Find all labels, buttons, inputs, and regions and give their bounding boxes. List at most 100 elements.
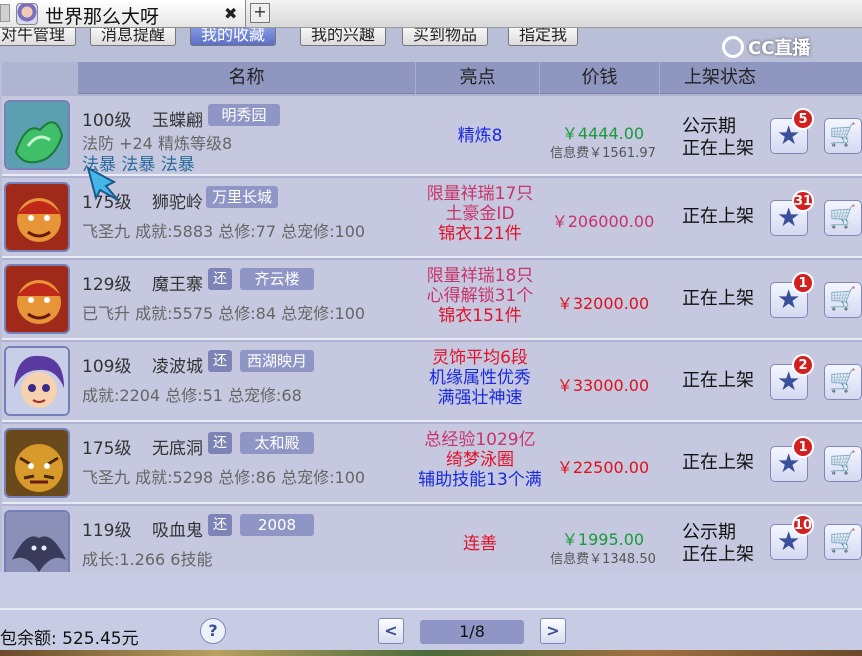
- cart-button[interactable]: 🛒: [824, 282, 862, 318]
- next-page-button[interactable]: >: [540, 618, 566, 644]
- item-level: 100级: [82, 111, 132, 131]
- item-status: 公示期 正在上架: [682, 522, 772, 566]
- item-highlights: 精炼8: [410, 126, 550, 146]
- cart-button[interactable]: 🛒: [824, 118, 862, 154]
- highlight-text: 精炼8: [457, 126, 503, 146]
- item-price: ￥1995.00: [561, 530, 645, 549]
- balance-text: 包余额: 525.45元: [0, 629, 139, 649]
- item-attributes: 飞圣九 成就:5883 总修:77 总宠修:100: [82, 222, 366, 241]
- cart-button[interactable]: 🛒: [824, 200, 862, 236]
- filter-button-favorites[interactable]: 我的收藏: [190, 28, 277, 46]
- header-status: 上架状态: [684, 67, 756, 88]
- server-badge: 齐云楼: [240, 268, 314, 290]
- filter-bar: 对牛管理 消息提醒 我的收藏 我的兴趣 买到物品 指定我: [0, 28, 862, 50]
- item-name: 玉蝶翩: [152, 111, 203, 131]
- favorite-count-badge: 10: [792, 514, 814, 536]
- cart-icon: 🛒: [829, 123, 857, 148]
- item-price: ￥32000.00: [556, 294, 650, 313]
- item-avatar: [4, 100, 70, 170]
- highlight-text: 锦衣151件: [438, 306, 522, 326]
- item-status: 正在上架: [682, 288, 772, 310]
- item-highlights: 连善: [410, 534, 550, 554]
- cart-icon: 🛒: [829, 451, 857, 476]
- cart-icon: 🛒: [829, 287, 857, 312]
- item-level: 129级: [82, 275, 132, 295]
- filter-button-0[interactable]: 对牛管理: [0, 28, 77, 46]
- return-tag: 还: [208, 514, 232, 536]
- item-attributes: 飞圣九 成就:5298 总修:86 总宠修:100: [82, 468, 366, 487]
- highlight-text: 土豪金ID: [445, 204, 515, 224]
- server-badge: 太和殿: [240, 432, 314, 454]
- highlight-text: 总经验1029亿: [424, 430, 536, 450]
- item-attributes: 成就:2204 总修:51 总宠修:68: [82, 386, 302, 405]
- prev-page-button[interactable]: <: [378, 618, 404, 644]
- status-line: 公示期: [682, 522, 736, 543]
- item-title: 100级 玉蝶翩: [82, 106, 203, 131]
- highlight-text: 辅助技能13个满: [418, 470, 542, 490]
- item-price: ￥22500.00: [556, 458, 650, 477]
- item-highlights: 总经验1029亿 绮梦泳圈 辅助技能13个满: [410, 430, 550, 490]
- item-title: 119级 吸血鬼: [82, 516, 203, 541]
- status-line: 正在上架: [682, 544, 754, 565]
- add-tab-button[interactable]: +: [250, 3, 270, 23]
- item-avatar: [4, 428, 70, 498]
- table-row[interactable]: 175级 狮驼岭 万里长城 飞圣九 成就:5883 总修:77 总宠修:100 限…: [2, 178, 862, 258]
- cart-button[interactable]: 🛒: [824, 524, 862, 560]
- item-highlights: 限量祥瑞17只 土豪金ID 锦衣121件: [410, 184, 550, 244]
- cart-button[interactable]: 🛒: [824, 364, 862, 400]
- filter-button-5[interactable]: 指定我: [508, 28, 579, 46]
- cart-icon: 🛒: [829, 529, 857, 554]
- status-line: 正在上架: [682, 288, 754, 309]
- table-row[interactable]: 129级 魔王寨 还 齐云楼 已飞升 成就:5575 总修:84 总宠修:100 …: [2, 260, 862, 340]
- status-line: 正在上架: [682, 138, 754, 159]
- cart-icon: 🛒: [829, 369, 857, 394]
- item-level: 119级: [82, 521, 132, 541]
- favorite-count-badge: 1: [792, 272, 814, 294]
- highlight-text: 连善: [463, 534, 497, 554]
- item-highlights: 灵饰平均6段 机缘属性优秀 满强壮神速: [410, 348, 550, 408]
- item-title: 129级 魔王寨: [82, 270, 203, 295]
- return-tag: 还: [208, 350, 232, 372]
- close-icon[interactable]: ✖: [224, 4, 237, 23]
- item-status: 正在上架: [682, 206, 772, 228]
- item-fee: 信息费￥1561.97: [550, 146, 656, 161]
- item-name: 魔王寨: [152, 275, 203, 295]
- header-name: 名称: [78, 62, 416, 94]
- filter-button-3[interactable]: 我的兴趣: [300, 28, 387, 46]
- window-tab[interactable]: 世界那么大呀 ✖: [0, 0, 246, 28]
- help-icon[interactable]: ?: [200, 618, 226, 644]
- server-badge: 万里长城: [206, 186, 278, 208]
- server-badge: 西湖映月: [240, 350, 314, 372]
- window-tab-bar: 世界那么大呀 ✖ +: [0, 0, 862, 28]
- table-row[interactable]: 109级 凌波城 还 西湖映月 成就:2204 总修:51 总宠修:68 灵饰平均…: [2, 342, 862, 422]
- game-scene-strip: [0, 650, 862, 656]
- filter-button-1[interactable]: 消息提醒: [90, 28, 177, 46]
- item-level: 109级: [82, 357, 132, 377]
- item-attributes: 已飞升 成就:5575 总修:84 总宠修:100: [82, 304, 366, 323]
- tab-avatar-icon: [16, 3, 38, 25]
- item-status: 正在上架: [682, 370, 772, 392]
- header-price: 价钱: [540, 62, 660, 94]
- cart-button[interactable]: 🛒: [824, 446, 862, 482]
- status-line: 公示期: [682, 116, 736, 137]
- table-row[interactable]: 175级 无底洞 还 太和殿 飞圣九 成就:5298 总修:86 总宠修:100 …: [2, 424, 862, 504]
- favorite-count-badge: 31: [792, 190, 814, 212]
- item-avatar: [4, 264, 70, 334]
- item-title: 109级 凌波城: [82, 352, 203, 377]
- status-line: 正在上架: [682, 370, 754, 391]
- return-tag: 还: [208, 432, 232, 454]
- item-level: 175级: [82, 439, 132, 459]
- header-highlight: 亮点: [416, 62, 540, 94]
- table-row[interactable]: 100级 玉蝶翩 明秀园 法防 +24 精炼等级8 法暴 法暴 法暴 精炼8 ￥4…: [2, 96, 862, 176]
- item-status: 公示期 正在上架: [682, 116, 772, 160]
- item-name: 吸血鬼: [152, 521, 203, 541]
- tab-title: 世界那么大呀: [45, 6, 160, 28]
- return-tag: 还: [208, 268, 232, 290]
- table-header: 名称 亮点 价钱 上架状态: [78, 62, 862, 94]
- highlight-text: 心得解锁31个: [426, 286, 534, 306]
- item-avatar: [4, 510, 70, 580]
- tab-grip-icon[interactable]: [0, 4, 10, 22]
- footer-bar: 包余额: 525.45元 ? < 1/8 >: [0, 572, 862, 656]
- filter-button-4[interactable]: 买到物品: [402, 28, 489, 46]
- item-highlights: 限量祥瑞18只 心得解锁31个 锦衣151件: [410, 266, 550, 326]
